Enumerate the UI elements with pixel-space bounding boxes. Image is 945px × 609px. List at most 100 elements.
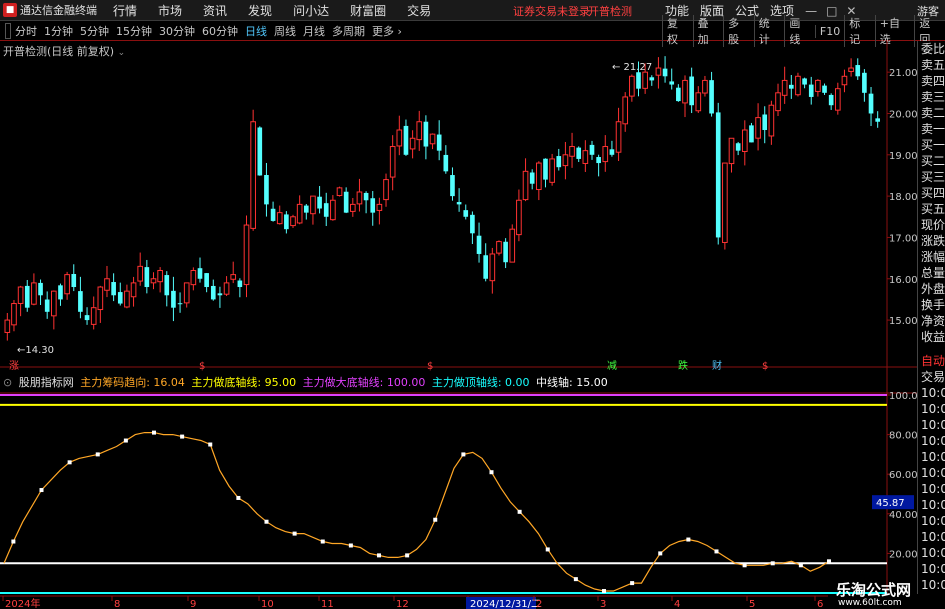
trend-point — [208, 442, 213, 447]
date-tick-label: 10 — [261, 599, 274, 609]
event-marker: 减 — [607, 360, 617, 372]
side-tab[interactable]: 卖五 — [918, 57, 945, 73]
menu-item-market[interactable]: 市场 — [158, 2, 182, 19]
side-tab[interactable]: 涨跌 — [918, 233, 945, 249]
candle-body — [855, 65, 861, 77]
candle-body — [290, 216, 296, 227]
side-tab[interactable]: 买一 — [918, 137, 945, 153]
period-daily[interactable]: 日线 — [245, 23, 267, 39]
side-tab[interactable]: 涨幅 — [918, 249, 945, 265]
candle-body — [562, 154, 569, 167]
candle-body — [609, 149, 615, 155]
side-tab[interactable]: 委比 — [918, 41, 945, 57]
period-15min[interactable]: 15分钟 — [116, 23, 152, 39]
date-tick-label: 8 — [114, 599, 120, 609]
maximize-icon[interactable]: □ — [826, 4, 837, 18]
stock-chart[interactable]: 15.00 16.00 17.00 18.00 19.00 20.00 21.00 20.0… — [0, 41, 917, 609]
candle-body — [775, 92, 781, 112]
trend-point — [152, 430, 156, 435]
side-tab[interactable]: 卖二 — [918, 105, 945, 121]
candle-body — [516, 199, 522, 236]
period-intraday[interactable]: 分时 — [15, 23, 37, 39]
dropdown-icon[interactable]: ⌄ — [118, 48, 126, 58]
candle-body — [223, 282, 230, 295]
menu-item-trade[interactable]: 交易 — [407, 2, 431, 19]
side-tab[interactable]: 净资 — [918, 313, 945, 329]
period-monthly[interactable]: 月线 — [303, 23, 325, 39]
side-tab[interactable]: 总量 — [918, 265, 945, 281]
login-status[interactable]: 证券交易未登录 — [513, 3, 590, 19]
indicator-dropdown-icon[interactable]: ⊙ — [3, 376, 12, 389]
side-tab[interactable]: 换手 — [918, 297, 945, 313]
period-30min[interactable]: 30分钟 — [159, 23, 195, 39]
side-tab[interactable]: 外盘 — [918, 281, 945, 297]
candle-body — [284, 214, 289, 230]
candle-body — [51, 290, 57, 317]
date-tick-label: 5 — [749, 599, 755, 609]
period-1min[interactable]: 1分钟 — [44, 23, 73, 39]
side-tab[interactable]: 10:06 — [918, 385, 945, 401]
candle-body — [243, 224, 250, 286]
indicator-item-big-bottom: 主力做大底轴线: 100.00 — [302, 376, 426, 389]
trend-point — [348, 543, 353, 548]
trend-point — [67, 460, 72, 465]
menu-item-news[interactable]: 资讯 — [203, 2, 227, 19]
period-5min[interactable]: 5分钟 — [80, 23, 109, 39]
candle-body — [862, 72, 867, 93]
price-tick-label: 16.00 — [889, 275, 917, 286]
side-tab[interactable]: 10:07 — [918, 577, 945, 593]
indicator-name[interactable]: 股朋指标网 — [19, 376, 74, 389]
side-tab[interactable]: 10:07 — [918, 545, 945, 561]
watermark-title: 乐淘公式网 — [836, 581, 912, 599]
trend-point — [658, 551, 663, 556]
period-60min[interactable]: 60分钟 — [202, 23, 238, 39]
candle-body — [722, 162, 728, 243]
side-tab[interactable] — [918, 345, 945, 353]
side-tab[interactable]: 10:06 — [918, 433, 945, 449]
candle-body — [582, 150, 589, 164]
side-tab[interactable]: 10:06 — [918, 401, 945, 417]
side-tab[interactable]: 现价 — [918, 217, 945, 233]
side-tab[interactable]: 卖四 — [918, 73, 945, 89]
side-tab[interactable]: 买三 — [918, 169, 945, 185]
period-more[interactable]: 更多 › — [372, 23, 402, 39]
period-toolbar: 分时 1分钟 5分钟 15分钟 30分钟 60分钟 日线 周线 月线 多周期 更… — [0, 15, 945, 47]
side-tab[interactable]: 10:06 — [918, 449, 945, 465]
tool-f10[interactable]: F10 — [814, 24, 844, 38]
candle-body — [264, 174, 269, 205]
side-tab[interactable]: 交易 — [918, 369, 945, 385]
high-price-label: ← 21.27 — [612, 62, 652, 73]
period-weekly[interactable]: 周线 — [274, 23, 296, 39]
candle-body — [78, 291, 83, 312]
price-tick-label: 18.00 — [889, 192, 917, 203]
candle-body — [841, 75, 848, 86]
sidebar-toggle[interactable] — [5, 22, 11, 39]
period-multi[interactable]: 多周期 — [332, 23, 365, 39]
candle-body — [868, 93, 874, 114]
menu-item-wealth[interactable]: 财富圈 — [350, 2, 386, 19]
side-tab[interactable]: 10:06 — [918, 465, 945, 481]
side-tab[interactable]: 收益 — [918, 329, 945, 345]
trend-point — [405, 553, 410, 558]
candle-body — [781, 79, 788, 96]
side-tab[interactable]: 10:06 — [918, 513, 945, 529]
menu-item-discover[interactable]: 发现 — [248, 2, 272, 19]
candle-body — [416, 121, 423, 141]
side-tab[interactable]: 10:07 — [918, 529, 945, 545]
side-tab[interactable]: 卖一 — [918, 121, 945, 137]
side-tab[interactable]: 买五 — [918, 201, 945, 217]
side-tab[interactable]: 卖三 — [918, 89, 945, 105]
menu-item-ask[interactable]: 问小达 — [293, 2, 329, 19]
side-tab[interactable]: 买二 — [918, 153, 945, 169]
menu-item-quotes[interactable]: 行情 — [113, 2, 137, 19]
side-tab[interactable]: 10:06 — [918, 497, 945, 513]
candle-body — [197, 268, 203, 279]
side-tab[interactable]: 10:06 — [918, 417, 945, 433]
side-tab[interactable]: 买四 — [918, 185, 945, 201]
cursor-value-label: 45.87 — [876, 498, 905, 509]
candle-body — [183, 282, 190, 304]
side-tab[interactable]: 10:07 — [918, 561, 945, 577]
side-tab[interactable]: 10:06 — [918, 481, 945, 497]
candle-body — [815, 79, 821, 92]
side-tab[interactable]: 自动 — [918, 353, 945, 369]
